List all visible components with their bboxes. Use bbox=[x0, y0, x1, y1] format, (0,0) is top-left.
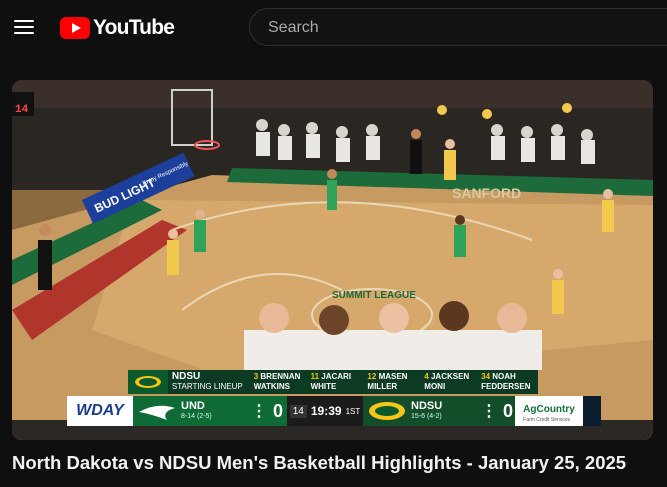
game-clock-panel: 14 19:39 1ST bbox=[287, 396, 363, 426]
lineup-player: 4 JACKSEN MONI bbox=[424, 372, 470, 391]
bison-logo bbox=[128, 370, 168, 394]
youtube-play-icon bbox=[60, 17, 90, 39]
scorebug: WDAY UND 8-14 (2-5) ⋮ 0 14 19:39 1ST NDS… bbox=[67, 396, 601, 426]
away-score: 0 bbox=[503, 400, 514, 421]
top-bar: YouTube bbox=[0, 0, 667, 56]
search-input[interactable] bbox=[266, 18, 650, 38]
youtube-logo[interactable]: YouTube bbox=[60, 16, 175, 39]
video-title[interactable]: North Dakota vs NDSU Men's Basketball Hi… bbox=[12, 452, 662, 474]
home-score: 0 bbox=[273, 400, 284, 421]
video-player[interactable]: SANFORD SUMMIT LEAGUE BUD LIGHT Enjoy Re… bbox=[12, 80, 653, 440]
away-team-record: 15-6 (4-2) bbox=[411, 413, 442, 420]
sponsor-logo: AgCountry Farm Credit Services bbox=[515, 396, 583, 426]
court-text: SANFORD bbox=[452, 185, 521, 201]
logo-text: YouTube bbox=[93, 16, 175, 39]
lineup-player: 3 BRENNAN WATKINS bbox=[253, 372, 301, 391]
lineup-player: 12 MASEN MILLER bbox=[367, 372, 408, 391]
period: 1ST bbox=[345, 406, 361, 416]
search-box[interactable] bbox=[249, 8, 667, 46]
home-team-name: UND bbox=[181, 400, 205, 412]
home-team-record: 8-14 (2-5) bbox=[181, 413, 212, 420]
bison-icon bbox=[369, 402, 405, 420]
lineup-title: NDSU STARTING LINEUP bbox=[171, 371, 243, 392]
game-clock: 19:39 bbox=[310, 404, 342, 418]
starting-lineup-graphic: NDSU STARTING LINEUP 3 BRENNAN WATKINS 1… bbox=[128, 370, 538, 394]
fighting-hawks-icon bbox=[139, 405, 175, 420]
away-team-name: NDSU bbox=[411, 400, 443, 412]
menu-icon[interactable] bbox=[14, 17, 36, 35]
bison-icon bbox=[134, 376, 161, 388]
away-team-panel: NDSU 15-6 (4-2) ⋮ 0 bbox=[363, 396, 515, 426]
home-team-panel: UND 8-14 (2-5) ⋮ 0 bbox=[133, 396, 287, 426]
scorebug-shot-clock: 14 bbox=[289, 404, 307, 418]
shot-clock-display: 14 bbox=[15, 104, 29, 116]
lineup-player: 34 NOAH FEDDERSEN bbox=[481, 372, 531, 391]
center-court-logo: SUMMIT LEAGUE bbox=[332, 290, 416, 301]
lineup-player: 11 JACARI WHITE bbox=[310, 372, 352, 391]
broadcaster-logo: WDAY bbox=[67, 396, 133, 426]
